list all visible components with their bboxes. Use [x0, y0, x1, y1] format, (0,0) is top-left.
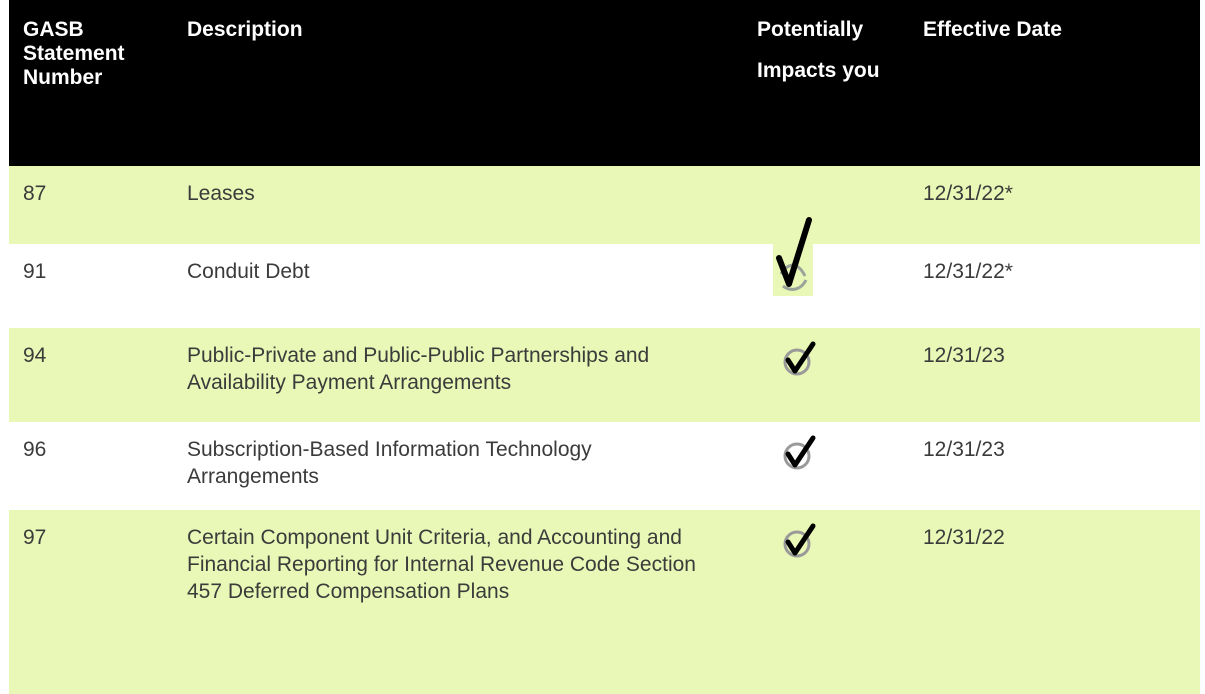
header-description: Description: [187, 18, 303, 41]
impact-cell: [743, 328, 909, 422]
statement-description: Leases: [187, 182, 255, 205]
header-impacts-line2: Impacts you: [757, 59, 880, 82]
effective-date: 12/31/23: [923, 344, 1005, 367]
table-row: 91 Conduit Debt 12/31/22*: [9, 244, 1200, 328]
statement-description: Public-Private and Public-Public Partner…: [187, 344, 650, 394]
statement-description: Conduit Debt: [187, 260, 310, 283]
check-mark-icon: [783, 523, 816, 558]
gasb-statements-page: GASB Statement Number Description Potent…: [0, 0, 1205, 694]
effective-date: 12/31/23: [923, 438, 1005, 461]
table-row: 87 Leases 12/31/22*: [9, 166, 1200, 296]
statement-number: 97: [23, 526, 47, 549]
header-impacts-line1: Potentially: [757, 18, 864, 41]
statement-number: 87: [23, 182, 47, 205]
check-mark-icon: [783, 341, 816, 376]
effective-date: 12/31/22: [923, 526, 1005, 549]
impact-cell: [743, 244, 909, 328]
statement-number: 94: [23, 344, 47, 367]
gasb-statements-table: GASB Statement Number Description Potent…: [9, 0, 1200, 694]
statement-description: Subscription-Based Information Technolog…: [187, 438, 592, 488]
table-row: 94 Public-Private and Public-Public Part…: [9, 328, 1200, 422]
statement-number: 96: [23, 438, 47, 461]
header-row: GASB Statement Number Description Potent…: [9, 0, 1200, 166]
header-statement-number: GASB Statement Number: [23, 18, 125, 89]
impact-cell: [743, 510, 909, 694]
header-effective-date: Effective Date: [923, 18, 1062, 41]
effective-date: 12/31/22*: [923, 260, 1013, 283]
header-impacts: Potentially Impacts you: [743, 0, 909, 166]
impact-cell: [743, 166, 909, 296]
table-row: 96 Subscription-Based Information Techno…: [9, 422, 1200, 510]
table-header: GASB Statement Number Description Potent…: [9, 0, 1200, 166]
impact-cell: [743, 422, 909, 510]
statement-number: 91: [23, 260, 47, 283]
statement-description: Certain Component Unit Criteria, and Acc…: [187, 526, 696, 603]
effective-date: 12/31/22*: [923, 182, 1013, 205]
table-body: 87 Leases 12/31/22* 91 Conduit Debt 12/3…: [9, 166, 1200, 694]
table-row: 97 Certain Component Unit Criteria, and …: [9, 510, 1200, 694]
check-mark-icon: [783, 435, 816, 470]
